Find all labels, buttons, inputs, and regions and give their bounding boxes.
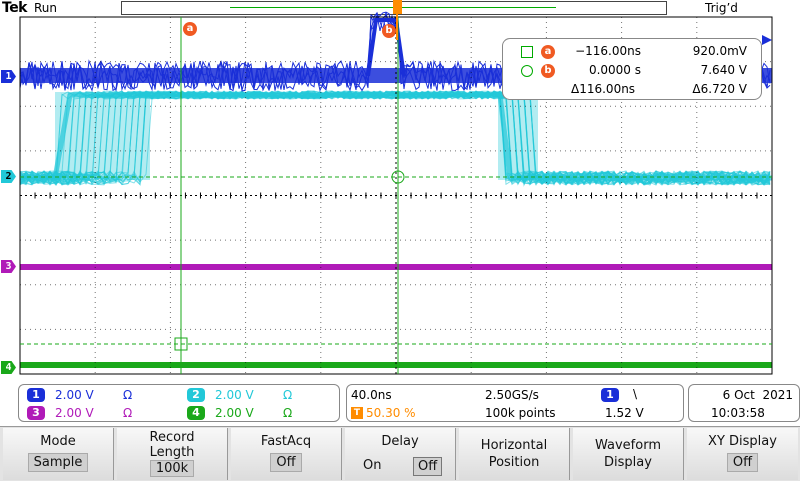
channel-3-setting[interactable]: 3 2.00 V Ω [27, 406, 177, 422]
record-length: 100k points [485, 406, 556, 420]
cursor-a-badge: a [541, 45, 555, 59]
cursor-b-time: 0.0000 s [588, 63, 641, 77]
cursor-a-label[interactable]: a [183, 22, 197, 36]
channel-2-volts: 2.00 V [215, 388, 254, 402]
channel-1-volts: 2.00 V [55, 388, 94, 402]
horizontal-position-button[interactable]: Horizontal Position [459, 428, 570, 480]
delay-button[interactable]: Delay On Off [345, 428, 456, 480]
channel-settings-panel: 1 2.00 V Ω 2 2.00 V Ω 3 2.00 V Ω 4 2.00 … [18, 384, 340, 422]
trigger-source-badge: 1 [601, 388, 619, 402]
channel-4-impedance-icon: Ω [283, 406, 293, 420]
cursor-b-circle-icon [521, 65, 533, 77]
oscilloscope-screen: Tek Run Trig’d 1 2 3 4 a b a −116.00ns 9… [0, 0, 800, 481]
mode-title: Mode [40, 434, 76, 449]
channel-4-badge: 4 [187, 406, 205, 420]
status-bar: 1 2.00 V Ω 2 2.00 V Ω 3 2.00 V Ω 4 2.00 … [18, 384, 800, 424]
xy-display-button[interactable]: XY Display Off [687, 428, 798, 480]
xy-display-value: Off [726, 453, 759, 472]
cursor-b-badge: b [541, 64, 555, 78]
horizontal-position-title: Horizontal Position [480, 438, 548, 470]
trigger-position: 50.30 % [366, 406, 416, 420]
channel-3-volts: 2.00 V [55, 406, 94, 420]
trigger-level: 1.52 V [605, 406, 644, 420]
xy-display-title: XY Display [708, 434, 777, 449]
cursor-a-square-icon [521, 46, 533, 58]
delay-off-option[interactable]: Off [413, 457, 443, 476]
trigger-level-marker [762, 35, 772, 45]
date-time-panel: 6 Oct 2021 10:03:58 [688, 384, 800, 422]
trigger-slope-icon: \ [633, 387, 638, 401]
bezel-menu: Mode Sample Record Length 100k FastAcq O… [0, 426, 800, 481]
time: 10:03:58 [711, 406, 765, 420]
cursor-delta-time: Δ116.00ns [571, 82, 636, 96]
horizontal-trigger-panel[interactable]: 40.0ns 2.50GS/s T 50.30 % 100k points 1 … [346, 384, 684, 422]
waveform-display-title: Waveform Display [595, 438, 661, 470]
mode-button[interactable]: Mode Sample [3, 428, 114, 480]
channel-1-setting[interactable]: 1 2.00 V Ω [27, 388, 177, 404]
channel-4-volts: 2.00 V [215, 406, 254, 420]
channel-3-impedance-icon: Ω [123, 406, 133, 420]
time-per-division: 40.0ns [351, 388, 392, 402]
delay-on-option[interactable]: On [363, 458, 381, 473]
channel-4-setting[interactable]: 4 2.00 V Ω [187, 406, 337, 422]
delay-title: Delay [381, 434, 419, 449]
waveform-display-button[interactable]: Waveform Display [573, 428, 684, 480]
cursor-readout-panel: a −116.00ns 920.0mV b 0.0000 s 7.640 V Δ… [502, 38, 762, 100]
trigger-position-icon: T [351, 407, 363, 419]
record-length-value: 100k [149, 460, 195, 477]
cursor-b-value: 7.640 V [700, 63, 747, 77]
channel-2-badge: 2 [187, 388, 205, 402]
date: 6 Oct 2021 [722, 388, 793, 402]
record-length-title: Record Length [149, 430, 195, 460]
record-length-button[interactable]: Record Length 100k [117, 428, 228, 480]
channel-2-setting[interactable]: 2 2.00 V Ω [187, 388, 337, 404]
fastacq-button[interactable]: FastAcq Off [231, 428, 342, 480]
cursor-b-label[interactable]: b [382, 24, 396, 38]
cursor-a-time: −116.00ns [575, 44, 641, 58]
sample-rate: 2.50GS/s [485, 388, 539, 402]
mode-value: Sample [27, 453, 89, 472]
channel-1-impedance-icon: Ω [123, 388, 133, 402]
trigger-position-marker [393, 0, 402, 14]
channel-3-badge: 3 [27, 406, 45, 420]
cursor-delta-value: Δ6.720 V [692, 82, 747, 96]
fastacq-value: Off [270, 453, 302, 472]
channel-1-badge: 1 [27, 388, 45, 402]
channel-2-impedance-icon: Ω [283, 388, 293, 402]
fastacq-title: FastAcq [260, 434, 312, 449]
cursor-a-value: 920.0mV [692, 44, 747, 58]
